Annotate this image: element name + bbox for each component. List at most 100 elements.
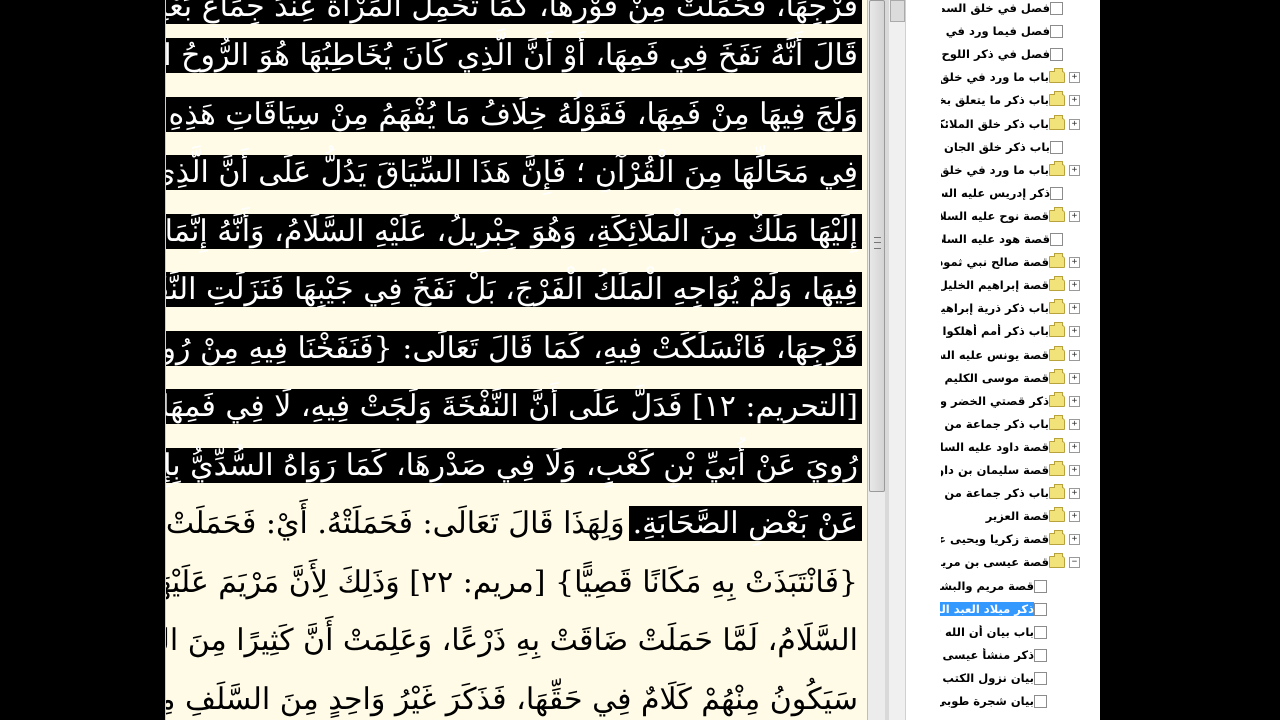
expand-icon[interactable]: + [1069, 441, 1080, 453]
toc-child-item[interactable]: باب بيان أن الله تعالى [940, 622, 1070, 642]
expand-icon[interactable]: + [1069, 349, 1080, 361]
text-line[interactable]: سَيَكُونُ مِنْهُمْ كَلَامٌ فِي حَقِّهَا،… [166, 671, 862, 720]
expand-icon[interactable]: + [1069, 279, 1080, 291]
checkbox-icon[interactable] [1050, 232, 1063, 246]
toc-item[interactable]: فصل في خلق السماوات [942, 0, 1086, 18]
book-text[interactable]: فَرْجِهَا، فَحَمَلَتْ مِنْ فَوْرِهَا، كَ… [166, 0, 868, 720]
toc-scroll-thumb[interactable] [890, 0, 905, 22]
checkbox-icon[interactable] [1050, 1, 1063, 15]
text-line[interactable]: فِي مَحَالِّهَا مِنَ الْقُرْآنِ ؛ فَإِنَ… [166, 144, 862, 203]
expand-icon [1053, 650, 1064, 661]
text-line[interactable]: وَلَجَ فِيهَا مِنْ فَمِهَا، فَقَوْلُهُ خ… [166, 86, 862, 145]
toc-item[interactable]: + باب ذكر أمم أهلكوا بعامة [941, 321, 1086, 341]
collapse-icon[interactable]: − [1069, 556, 1080, 568]
checkbox-icon[interactable] [1034, 602, 1047, 616]
scroll-thumb[interactable] [869, 0, 885, 492]
expand-icon[interactable]: + [1069, 395, 1080, 407]
toc-item[interactable]: + قصة سليمان بن داود [941, 460, 1086, 480]
toc-item[interactable]: + باب ذكر ما يتعلق بخلق [941, 90, 1086, 110]
toc-item[interactable]: + باب ذكر جماعة من أنبياء [941, 483, 1086, 503]
toc-item-label: بيان نزول الكتب الأربعة [940, 671, 1034, 685]
toc-item[interactable]: + قصة زكريا ويحيى عليهما [941, 529, 1086, 549]
text-line[interactable]: عَنْ بَعْضِ الصَّحَابَةِ.وَلِهَذَا قَالَ… [166, 495, 862, 554]
book-text-pane[interactable]: فَرْجِهَا، فَحَمَلَتْ مِنْ فَوْرِهَا، كَ… [165, 0, 868, 720]
toc-item-label: ذكر إدريس عليه السلام [942, 186, 1050, 200]
toc-item[interactable]: + ذكر قصتي الخضر وإلياس [941, 391, 1086, 411]
toc-item[interactable]: ذكر إدريس عليه السلام [942, 183, 1086, 203]
toc-child-item[interactable]: ذكر ميلاد العبد الرسول [940, 599, 1070, 619]
toc-item[interactable]: باب ذكر خلق الجان [942, 137, 1086, 157]
expand-icon [1053, 581, 1064, 592]
expand-icon [1069, 188, 1080, 199]
toc-item[interactable]: + قصة إبراهيم الخليل عليه [941, 275, 1086, 295]
checkbox-icon[interactable] [1050, 140, 1063, 154]
checkbox-icon[interactable] [1034, 579, 1047, 593]
text-line[interactable]: إِلَيْهَا مَلَكٌ مِنَ الْمَلَائِكَةِ، وَ… [166, 203, 862, 262]
checkbox-icon[interactable] [1034, 671, 1047, 685]
checkbox-icon[interactable] [1050, 186, 1063, 200]
text-line[interactable]: قَالَ أَنَّهُ نَفَخَ فِي فَمِهَا، أَوْ أ… [166, 27, 862, 86]
folder-icon [1049, 553, 1065, 568]
text-line-content: فَرْجِهَا، فَانْسَلَكَتْ فِيهِ، كَمَا قَ… [166, 330, 862, 366]
expand-icon[interactable]: + [1069, 464, 1080, 476]
text-scrollbar[interactable] [867, 0, 886, 720]
checkbox-icon[interactable] [1034, 694, 1047, 708]
table-of-contents-tree[interactable]: فصل في خلق السماوات فصل فيما ورد في صفة فص… [889, 0, 1100, 720]
expand-icon[interactable]: + [1069, 325, 1080, 337]
toc-child-item[interactable]: بيان نزول الكتب الأربعة [940, 668, 1070, 688]
checkbox-icon[interactable] [1050, 24, 1063, 38]
expand-icon[interactable]: + [1069, 533, 1080, 545]
toc-item[interactable]: + قصة نوح عليه السلام [941, 206, 1086, 226]
text-line[interactable]: فَرْجِهَا، فَحَمَلَتْ مِنْ فَوْرِهَا، كَ… [166, 0, 862, 27]
toc-item[interactable]: + قصة داود عليه السلام [941, 437, 1086, 457]
expand-icon[interactable]: + [1069, 164, 1080, 176]
text-line[interactable]: {فَانْتَبَذَتْ بِهِ مَكَانًا قَصِيًّا} [… [166, 554, 862, 613]
text-line-content: عَنْ بَعْضِ الصَّحَابَةِ. [628, 506, 862, 541]
text-line[interactable]: رُوِيَ عَنْ أُبَيِّ بْنِ كَعْبٍ، وَلَا ف… [166, 437, 862, 496]
toc-scrollbar[interactable] [889, 0, 906, 720]
checkbox-icon[interactable] [1050, 47, 1063, 61]
toc-item[interactable]: فصل فيما ورد في صفة [942, 21, 1086, 41]
toc-child-item[interactable]: قصة مريم والبشارة [940, 576, 1070, 596]
toc-item[interactable]: + قصة يونس عليه السلام [941, 345, 1086, 365]
expand-icon[interactable]: + [1069, 487, 1080, 499]
scroll-grip-icon [874, 237, 881, 249]
checkbox-icon[interactable] [1034, 648, 1047, 662]
toc-item[interactable]: − قصة عيسى بن مريم [941, 552, 1086, 572]
toc-item[interactable]: + باب ذكر خلق الملائكة [941, 114, 1086, 134]
expand-icon[interactable]: + [1069, 210, 1080, 222]
toc-child-item[interactable]: بيان شجرة طوبى [940, 691, 1070, 711]
expand-icon[interactable]: + [1069, 418, 1080, 430]
toc-item[interactable]: + قصة العزير [941, 506, 1086, 526]
toc-item-label: قصة مريم والبشارة [940, 579, 1034, 593]
text-line[interactable]: السَّلَامُ، لَمَّا حَمَلَتْ ضَاقَتْ بِهِ… [166, 612, 862, 671]
expand-icon[interactable]: + [1069, 71, 1080, 83]
toc-item[interactable]: + قصة صالح نبي ثمود [941, 252, 1086, 272]
toc-item-label: قصة زكريا ويحيى عليهما [941, 532, 1049, 546]
expand-icon [1069, 3, 1080, 14]
expand-icon[interactable]: + [1069, 510, 1080, 522]
expand-icon [1053, 696, 1064, 707]
expand-icon[interactable]: + [1069, 94, 1080, 106]
folder-icon [1049, 392, 1065, 407]
expand-icon[interactable]: + [1069, 256, 1080, 268]
folder-icon [1049, 438, 1065, 453]
toc-item[interactable]: + باب ما ورد في خلق آدم [941, 160, 1086, 180]
toc-item-label: باب بيان أن الله تعالى [940, 625, 1034, 639]
text-line[interactable]: [التحريم: ١٢] فَدَلَّ عَلَى أَنَّ النَّف… [166, 378, 862, 437]
toc-child-item[interactable]: ذكر منشأ عيسى [940, 645, 1070, 665]
toc-item[interactable]: فصل في ذكر اللوح المحفوظ [942, 44, 1086, 64]
text-line[interactable]: فِيهَا، وَلَمْ يُوَاجِهِ الْمَلَكُ الْفَ… [166, 261, 862, 320]
expand-icon[interactable]: + [1069, 118, 1080, 130]
text-line-content: قَالَ أَنَّهُ نَفَخَ فِي فَمِهَا، أَوْ أ… [166, 38, 862, 73]
toc-item-label: باب ذكر ذرية إبراهيم [941, 301, 1049, 315]
toc-item[interactable]: + باب ذكر ذرية إبراهيم [941, 298, 1086, 318]
expand-icon[interactable]: + [1069, 302, 1080, 314]
toc-item[interactable]: + باب ذكر جماعة من أنبياء [941, 414, 1086, 434]
checkbox-icon[interactable] [1034, 625, 1047, 639]
toc-item[interactable]: + باب ما ورد في خلق السماوات [941, 67, 1086, 87]
expand-icon[interactable]: + [1069, 372, 1080, 384]
toc-item[interactable]: + قصة موسى الكليم عليه [941, 368, 1086, 388]
toc-item[interactable]: قصة هود عليه السلام [942, 229, 1086, 249]
text-line[interactable]: فَرْجِهَا، فَانْسَلَكَتْ فِيهِ، كَمَا قَ… [166, 320, 862, 379]
